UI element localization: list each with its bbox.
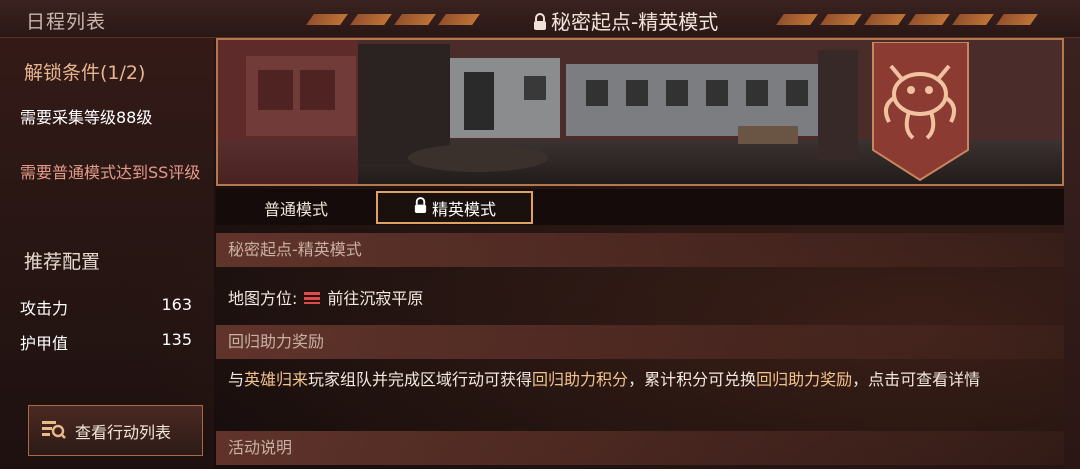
stat-armor: 护甲值 135 [20, 330, 192, 354]
reward-text-part: ，累计积分可兑换 [628, 370, 757, 389]
mode-tabs: 普通模式 精英模式 [216, 189, 1064, 225]
main-panel: 普通模式 精英模式 秘密起点-精英模式 地图方位: 前往沉寂平原 回归助力奖励 … [216, 38, 1064, 469]
lock-icon [413, 197, 428, 218]
recommended-config-title: 推荐配置 [24, 251, 101, 273]
map-banner-image [216, 38, 1064, 186]
right-edge-decor [1064, 38, 1080, 469]
page-title-text: 秘密起点-精英模式 [551, 10, 719, 34]
decor-stripes-right [776, 10, 1044, 25]
view-action-list-label: 查看行动列表 [75, 422, 172, 442]
section-return-reward-title: 回归助力奖励 [216, 325, 1064, 359]
stat-attack-label: 攻击力 [20, 299, 69, 318]
lock-icon [532, 12, 548, 36]
stat-attack-value: 163 [161, 295, 192, 314]
left-panel: 解锁条件(1/2) 需要采集等级88级 需要普通模式达到SS评级 推荐配置 攻击… [0, 38, 214, 469]
reward-text-part: 与 [228, 370, 245, 389]
tab-elite-mode[interactable]: 精英模式 [376, 191, 533, 224]
section-mission-title: 秘密起点-精英模式 [216, 233, 1064, 267]
map-destination-link[interactable]: 前往沉寂平原 [327, 289, 423, 308]
stat-armor-label: 护甲值 [20, 334, 69, 353]
requirement-gather-level: 需要采集等级88级 [20, 108, 153, 127]
reward-text-part: 玩家组队并完成区域行动可获得 [308, 370, 533, 389]
return-reward-description[interactable]: 与英雄归来玩家组队并完成区域行动可获得回归助力积分，累计积分可兑换回归助力奖励，… [228, 368, 1058, 391]
view-action-list-button[interactable]: 查看行动列表 [28, 405, 203, 456]
decor-stripes-left [306, 10, 486, 25]
stat-armor-value: 135 [161, 330, 192, 349]
top-bar: 日程列表 秘密起点-精英模式 [0, 0, 1080, 38]
map-location: 地图方位: 前往沉寂平原 [228, 285, 423, 310]
reward-text-part: ，点击可查看详情 [852, 370, 981, 389]
map-flag-icon [303, 290, 321, 310]
requirement-normal-rating: 需要普通模式达到SS评级 [20, 163, 201, 182]
reward-highlight-hero-return: 英雄归来 [244, 370, 309, 389]
stat-attack: 攻击力 163 [20, 295, 192, 319]
page-title: 秘密起点-精英模式 [532, 6, 718, 36]
tab-elite-mode-label: 精英模式 [431, 199, 496, 219]
section-event-description-title: 活动说明 [216, 431, 1064, 465]
creature-emblem-icon [867, 42, 974, 182]
map-location-label: 地图方位: [228, 289, 298, 308]
schedule-list-title[interactable]: 日程列表 [26, 7, 106, 34]
tab-normal-mode[interactable]: 普通模式 [216, 191, 376, 224]
reward-highlight-reward: 回归助力奖励 [756, 370, 853, 389]
list-search-icon [41, 418, 67, 444]
reward-highlight-points: 回归助力积分 [532, 370, 629, 389]
unlock-conditions-title: 解锁条件(1/2) [24, 62, 146, 84]
